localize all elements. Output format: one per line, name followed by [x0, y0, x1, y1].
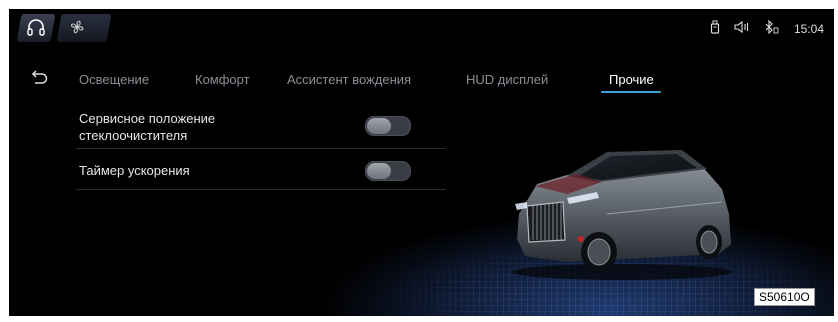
car-image [512, 150, 732, 280]
toggle-knob [367, 163, 391, 179]
tab-lighting[interactable]: Освещение [79, 72, 149, 87]
active-tab-indicator [601, 91, 661, 93]
setting-label-line: стеклоочистителя [79, 128, 188, 143]
bluetooth-icon [764, 19, 780, 37]
setting-wiper-service-label: Сервисное положение стеклоочистителя [79, 110, 215, 144]
clock: 15:04 [793, 21, 824, 36]
car-settings-screen: 15:04 Освещение Комфорт Ассистент вожден… [9, 9, 834, 316]
setting-label-line: Сервисное положение [79, 111, 216, 126]
divider [76, 148, 446, 149]
home-button[interactable] [16, 14, 56, 42]
volume-icon [734, 20, 750, 37]
wiper-service-toggle[interactable] [365, 116, 411, 136]
back-button[interactable] [31, 69, 49, 90]
usb-icon [710, 20, 720, 37]
divider [76, 189, 446, 190]
launch-timer-toggle[interactable] [365, 161, 411, 181]
toggle-knob [367, 118, 391, 134]
setting-launch-timer-label: Таймер ускорения [79, 163, 190, 178]
headset-home-icon [27, 19, 45, 36]
tab-hud-display[interactable]: HUD дисплей [466, 72, 548, 87]
fan-icon [70, 20, 84, 34]
tab-driving-assistant[interactable]: Ассистент вождения [287, 72, 411, 87]
figure-code: S50610O [754, 288, 815, 306]
tab-other[interactable]: Прочие [609, 72, 654, 87]
climate-button[interactable] [56, 14, 112, 42]
status-bar: 15:04 [710, 19, 824, 37]
tab-comfort[interactable]: Комфорт [195, 72, 250, 87]
back-arrow-icon [31, 70, 48, 84]
